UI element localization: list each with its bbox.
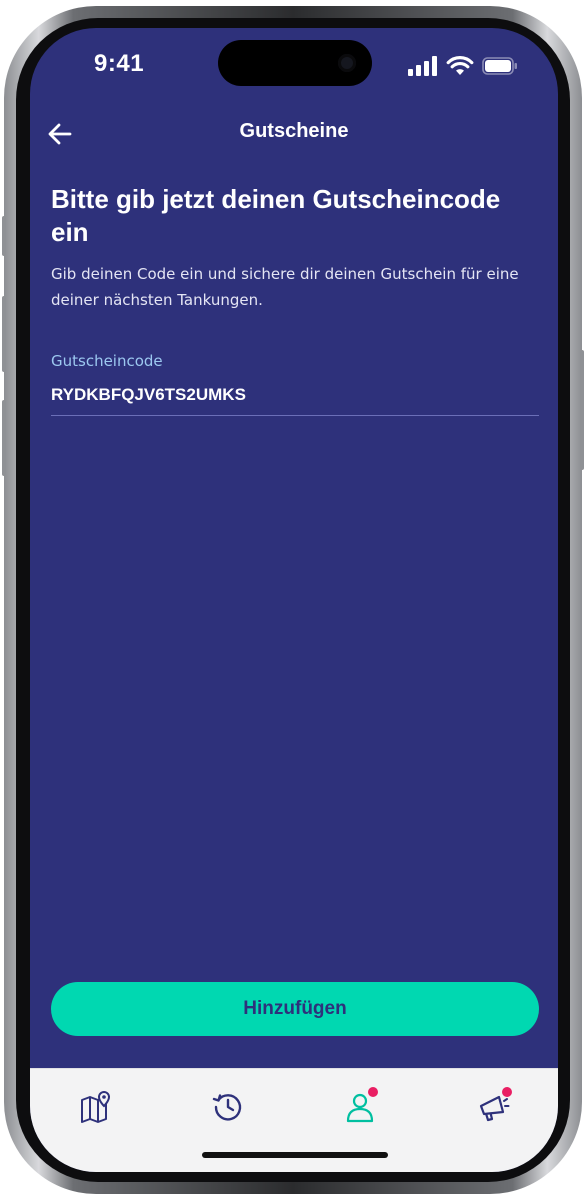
news-badge — [502, 1087, 512, 1097]
cellular-signal-icon — [408, 56, 437, 76]
history-icon — [212, 1094, 242, 1121]
profile-badge — [368, 1087, 378, 1097]
map-pin-icon — [81, 1090, 111, 1123]
home-indicator[interactable] — [202, 1152, 388, 1158]
tab-news[interactable] — [474, 1087, 514, 1127]
wifi-icon — [446, 56, 474, 75]
page-description: Gib deinen Code ein und sichere dir dein… — [51, 265, 519, 309]
app-header: Gutscheine — [30, 114, 558, 154]
voucher-form: Bitte gib jetzt deinen Gutscheincode ein… — [51, 183, 541, 416]
page-title: Gutscheine — [239, 120, 349, 142]
page-heading: Bitte gib jetzt deinen Gutscheincode ein — [51, 184, 501, 247]
add-voucher-button[interactable]: Hinzufügen — [51, 982, 539, 1036]
volume-up-button — [2, 296, 6, 372]
front-camera — [338, 54, 356, 72]
tab-profile[interactable] — [340, 1087, 380, 1127]
action-button — [2, 216, 6, 256]
voucher-code-input[interactable] — [51, 382, 539, 416]
volume-down-button — [2, 400, 6, 476]
tab-map[interactable] — [76, 1087, 116, 1127]
power-button — [580, 350, 584, 470]
app-screen: 9:41 Gutscheine Bitte gib jetzt deinen G… — [30, 28, 558, 1172]
status-time: 9:41 — [94, 50, 145, 77]
dynamic-island — [218, 40, 372, 86]
status-icons — [408, 56, 518, 76]
voucher-code-field: Gutscheincode — [51, 351, 541, 416]
battery-icon — [482, 57, 517, 75]
voucher-code-label: Gutscheincode — [51, 352, 163, 370]
status-bar: 9:41 — [30, 28, 558, 102]
tab-history[interactable] — [208, 1087, 248, 1127]
